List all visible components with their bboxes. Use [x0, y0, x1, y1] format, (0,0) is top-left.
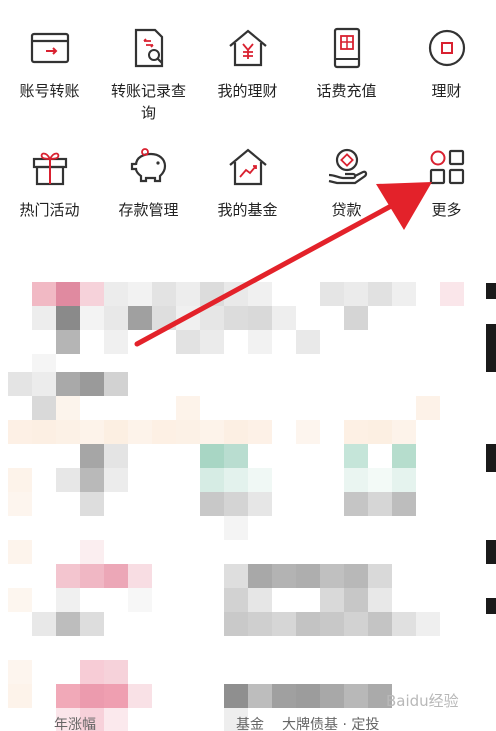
menu-item-hot-activities[interactable]: 热门活动: [0, 145, 99, 221]
menu-item-my-wealth[interactable]: 我的理财: [198, 26, 297, 102]
menu-label: 贷款: [331, 201, 362, 219]
menu-item-my-fund[interactable]: 我的基金: [198, 145, 297, 221]
menu-item-account-transfer[interactable]: 账号转账: [0, 26, 99, 102]
menu-label: 我的理财: [217, 82, 278, 100]
menu-item-wealth[interactable]: 理财: [397, 26, 496, 102]
menu-label: 账号转账: [19, 82, 80, 100]
bottom-partial-right: 大牌债基 · 定投: [282, 717, 380, 731]
menu-grid: 账号转账 转账记录查询 我的理财 话费充值 理财 热门活动 存款管理 我的基金 …: [0, 0, 496, 250]
transfer-card-icon: [30, 32, 69, 64]
menu-label: 转账记录查询: [110, 82, 186, 122]
menu-item-transfer-record-search[interactable]: 转账记录查询: [99, 26, 198, 124]
edge-strip: [486, 444, 496, 472]
piggy-bank-icon: [130, 148, 166, 183]
grid-more-icon: [429, 149, 464, 185]
house-yen-icon: [228, 29, 267, 67]
gift-box-icon: [32, 152, 67, 186]
circle-square-icon: [428, 29, 465, 67]
watermark: Baidu经验: [386, 692, 459, 710]
menu-label: 我的基金: [217, 201, 278, 219]
menu-item-phone-recharge[interactable]: 话费充值: [297, 26, 396, 102]
phone-recharge-icon: [333, 27, 360, 69]
hand-coin-icon: [328, 148, 367, 185]
bottom-partial-middle: 基金: [236, 717, 264, 731]
house-chart-icon: [228, 148, 267, 186]
bottom-partial-row: 年涨幅 基金 大牌债基 · 定投: [0, 714, 496, 731]
edge-strip: [486, 283, 496, 299]
menu-label: 话费充值: [316, 82, 377, 100]
menu-label: 更多: [431, 201, 462, 219]
menu-label: 理财: [431, 82, 462, 100]
bottom-partial-left: 年涨幅: [54, 717, 96, 731]
menu-label: 热门活动: [19, 201, 80, 219]
pixelated-content-area: [0, 262, 496, 731]
edge-strip: [486, 324, 496, 372]
menu-item-deposit-management[interactable]: 存款管理: [99, 145, 198, 221]
menu-item-more[interactable]: 更多: [397, 145, 496, 221]
edge-strip: [486, 540, 496, 564]
transfer-record-search-icon: [134, 28, 163, 68]
menu-label: 存款管理: [118, 201, 179, 219]
menu-item-loan[interactable]: 贷款: [297, 145, 396, 221]
edge-strip: [486, 598, 496, 614]
